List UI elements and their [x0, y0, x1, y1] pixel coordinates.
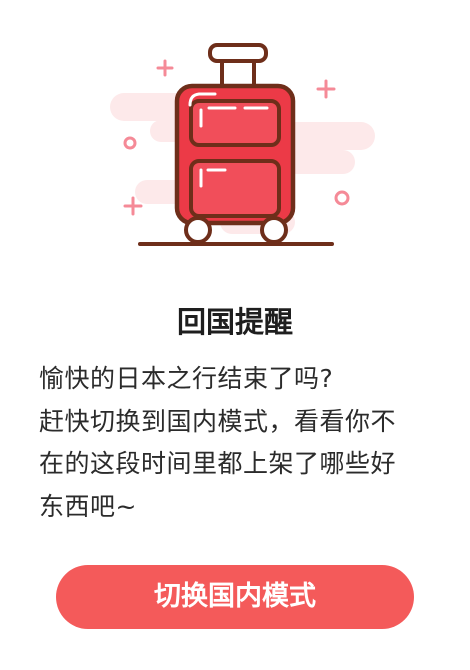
message-line: 赶快切换到国内模式，看看你不 [39, 406, 397, 436]
dialog-message: 愉快的日本之行结束了吗? 赶快切换到国内模式，看看你不 在的这段时间里都上架了哪… [39, 358, 439, 528]
travel-illustration [95, 30, 385, 260]
message-line: 东西吧~ [39, 491, 137, 521]
message-line: 在的这段时间里都上架了哪些好 [39, 449, 397, 478]
switch-domestic-mode-button[interactable]: 切换国内模式 [56, 565, 414, 629]
return-home-dialog: 回国提醒 愉快的日本之行结束了吗? 赶快切换到国内模式，看看你不 在的这段时间里… [0, 0, 470, 670]
suitcase-body [174, 83, 296, 226]
dialog-title: 回国提醒 [176, 305, 293, 339]
message-line: 愉快的日本之行结束了吗? [39, 364, 334, 393]
suitcase-icon [110, 43, 375, 246]
